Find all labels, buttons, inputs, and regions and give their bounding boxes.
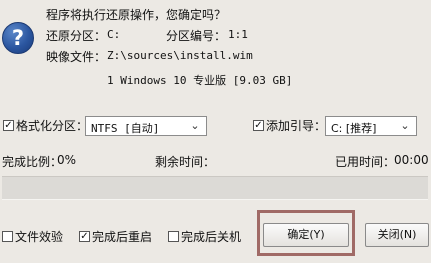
format-partition-checkbox[interactable]: ✓ [3, 120, 14, 131]
remaining-time-label: 剩余时间： [155, 155, 216, 169]
format-filesystem-value: NTFS [自动] [91, 122, 160, 135]
check-icon: ✓ [4, 120, 13, 131]
chevron-down-icon: ⌄ [400, 119, 410, 132]
partition-number-value: 1:1 [228, 28, 248, 41]
chevron-down-icon: ⌄ [190, 119, 200, 132]
close-button[interactable]: 关闭(N) [365, 223, 429, 247]
file-verify-checkbox[interactable] [2, 231, 13, 242]
complete-ratio-value: 0% [57, 153, 77, 167]
question-mark-icon: ? [2, 22, 34, 54]
check-icon: ✓ [254, 120, 263, 131]
image-file-label: 映像文件： [46, 50, 107, 64]
confirm-question: 程序将执行还原操作，您确定吗？ [46, 8, 227, 22]
restore-progress-bar [2, 176, 428, 200]
reboot-after-label: 完成后重启 [92, 230, 153, 244]
restore-confirm-dialog: ? 程序将执行还原操作，您确定吗？ 还原分区： C: 分区编号： 1:1 映像文… [0, 0, 431, 263]
partition-number-label: 分区编号： [166, 29, 227, 43]
format-filesystem-select[interactable]: NTFS [自动] ⌄ [85, 116, 207, 136]
restore-partition-label: 还原分区： [46, 29, 107, 43]
reboot-after-checkbox[interactable]: ✓ [79, 231, 90, 242]
image-file-path: Z:\sources\install.wim [107, 49, 253, 62]
add-boot-checkbox[interactable]: ✓ [253, 120, 264, 131]
file-verify-label: 文件效验 [15, 230, 64, 244]
complete-ratio-label: 完成比例： [2, 155, 63, 169]
check-icon: ✓ [80, 231, 89, 242]
elapsed-time-value: 00:00 [394, 153, 429, 167]
shutdown-after-checkbox[interactable] [168, 231, 179, 242]
boot-drive-value: C: [推荐] [331, 122, 377, 135]
boot-drive-select[interactable]: C: [推荐] ⌄ [325, 116, 417, 136]
ok-button[interactable]: 确定(Y) [263, 223, 349, 247]
shutdown-after-label: 完成后关机 [181, 230, 242, 244]
elapsed-time-label: 已用时间： [335, 155, 396, 169]
restore-partition-value: C: [107, 28, 121, 41]
add-boot-label: 添加引导： [266, 119, 327, 133]
image-entry: 1 Windows 10 专业版 [9.03 GB] [107, 74, 293, 87]
format-partition-label: 格式化分区： [16, 119, 89, 133]
